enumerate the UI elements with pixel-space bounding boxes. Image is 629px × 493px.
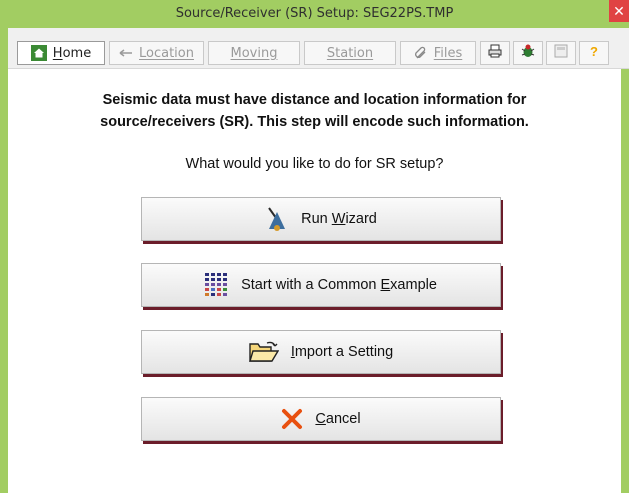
run-wizard-button[interactable]: Run Wizard xyxy=(141,197,501,241)
tab-home[interactable]: Home xyxy=(17,41,105,65)
help-icon: ? xyxy=(586,43,602,63)
arrow-left-icon xyxy=(119,48,133,58)
app-window: Source/Receiver (SR) Setup: SEG22PS.TMP … xyxy=(0,0,629,493)
wizard-icon xyxy=(265,206,289,232)
common-example-button[interactable]: Start with a Common Example xyxy=(141,263,501,307)
home-icon xyxy=(30,45,47,61)
button-label: Import a Setting xyxy=(290,344,394,360)
close-button[interactable]: ✕ xyxy=(609,0,629,22)
import-setting-button[interactable]: Import a Setting xyxy=(141,330,501,374)
files-icon xyxy=(414,46,428,60)
tab-label: Home xyxy=(52,45,92,61)
button-label: Cancel xyxy=(315,411,361,427)
folder-open-icon xyxy=(248,341,279,363)
tab-label: Files xyxy=(433,45,463,61)
tab-station[interactable]: Station xyxy=(304,41,396,65)
info-heading-line2: source/receivers (SR). This step will en… xyxy=(100,114,529,130)
print-icon xyxy=(487,43,503,63)
window-title: Source/Receiver (SR) Setup: SEG22PS.TMP xyxy=(175,6,454,21)
print-button[interactable] xyxy=(480,41,510,65)
tab-label: Moving xyxy=(230,45,278,61)
title-bar[interactable]: Source/Receiver (SR) Setup: SEG22PS.TMP … xyxy=(0,0,629,28)
svg-text:?: ? xyxy=(590,44,598,59)
tab-moving[interactable]: Moving xyxy=(208,41,300,65)
button-label: Run Wizard xyxy=(301,211,377,227)
button-label: Start with a Common Example xyxy=(241,277,437,293)
bug-icon xyxy=(520,43,536,63)
x-icon xyxy=(281,408,303,430)
toolbar: Home Location Moving Station Files ? xyxy=(8,28,629,69)
setup-question: What would you like to do for SR setup? xyxy=(185,156,444,172)
tab-files[interactable]: Files xyxy=(400,41,476,65)
help-button[interactable]: ? xyxy=(579,41,609,65)
info-heading-line1: Seismic data must have distance and loca… xyxy=(102,92,527,108)
calculator-icon xyxy=(553,43,569,63)
debug-button[interactable] xyxy=(513,41,543,65)
tab-label: Station xyxy=(326,45,374,61)
tab-label: Location xyxy=(139,45,194,61)
cancel-button[interactable]: Cancel xyxy=(141,397,501,441)
grid-icon xyxy=(205,273,229,297)
client-area: Home Location Moving Station Files ? Sei… xyxy=(8,28,629,493)
calculator-button[interactable] xyxy=(546,41,576,65)
tab-location[interactable]: Location xyxy=(109,41,204,65)
